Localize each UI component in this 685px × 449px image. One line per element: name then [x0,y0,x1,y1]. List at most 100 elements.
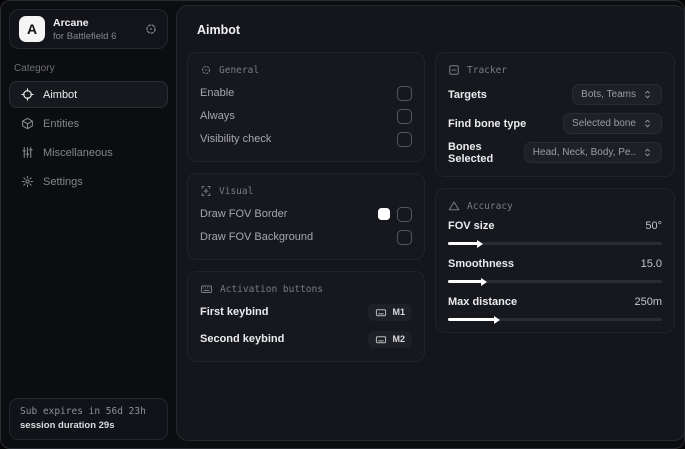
visual-card-header: Visual [200,185,412,197]
chevrons-up-down-icon [645,119,650,128]
row-label: Find bone type [448,117,527,130]
visual-row-fov-background: Draw FOV Background [200,226,412,248]
row-label: Targets [448,88,487,101]
tracker-row-find-bone-type: Find bone type Selected bone [448,111,662,136]
targets-dropdown[interactable]: Bots, Teams [572,84,662,105]
left-column: General Enable Always Visibility check V… [187,52,425,362]
smoothness-slider-group: Smoothness 15.0 [448,256,662,286]
fov-size-slider[interactable] [448,239,662,248]
fov-size-slider-group: FOV size 50° [448,218,662,248]
slider-label: FOV size [448,220,495,232]
draw-fov-border-checkbox[interactable] [397,206,412,222]
dropdown-value: Head, Neck, Body, Pe.. [532,147,636,158]
activation-row-second-keybind: Second keybind M2 [200,328,412,350]
row-label: First keybind [200,306,269,318]
tracker-card-title: Tracker [467,64,508,76]
row-label: Second keybind [200,333,285,345]
general-card-header: General [200,64,412,76]
bones-selected-dropdown[interactable]: Head, Neck, Body, Pe.. [523,142,662,163]
app-name: Arcane [53,16,89,29]
sidebar: A Arcane for Battlefield 6 Category Aimb… [1,1,176,448]
sub-expires-text: Sub expires in 56d 23h [20,406,146,417]
activation-card-title: Activation buttons [220,283,323,295]
always-checkbox[interactable] [397,108,412,124]
app-logo: A [19,16,45,42]
visual-row-fov-border: Draw FOV Border [200,203,412,225]
second-keybind-button[interactable]: M2 [368,330,412,348]
find-bone-type-dropdown[interactable]: Selected bone [563,113,662,134]
row-label: Enable [200,87,235,99]
sidebar-item-label: Entities [43,117,80,130]
tracker-card-header: Tracker [448,64,662,76]
accuracy-card-header: Accuracy [448,200,662,212]
focus-plus-icon [201,186,211,196]
sidebar-item-aimbot[interactable]: Aimbot [9,81,168,108]
dropdown-value: Selected bone [572,118,636,129]
fov-border-color-swatch[interactable] [378,208,390,220]
draw-fov-background-checkbox[interactable] [397,229,412,245]
sidebar-nav: Aimbot Entities Miscellaneous Settings [9,81,168,195]
cube-icon [20,117,34,130]
tracker-row-targets: Targets Bots, Teams [448,82,662,107]
sidebar-item-label: Miscellaneous [43,146,113,159]
general-row-enable: Enable [200,82,412,104]
keyboard-icon [376,308,387,316]
row-label: Draw FOV Background [200,231,314,243]
first-keybind-button[interactable]: M1 [368,303,412,321]
row-label: Draw FOV Border [200,208,288,220]
activation-row-first-keybind: First keybind M1 [200,301,412,323]
slider-fill [448,239,483,248]
slider-label: Max distance [448,296,518,308]
visual-card-title: Visual [219,185,254,197]
accuracy-card-title: Accuracy [467,200,513,212]
activation-card: Activation buttons First keybind M1 Seco… [187,271,425,362]
target-icon[interactable] [144,22,158,36]
crosshair-dashed-icon [202,66,210,74]
sidebar-item-miscellaneous[interactable]: Miscellaneous [9,139,168,166]
general-card: General Enable Always Visibility check [187,52,425,162]
slider-label: Smoothness [448,258,515,270]
max-distance-slider-group: Max distance 250m [448,294,662,324]
dropdown-value: Bots, Teams [581,89,636,100]
visual-card: Visual Draw FOV Border Draw FOV Backgrou… [187,173,425,260]
slider-value: 250m [634,296,662,308]
page-title: Aimbot [197,23,241,37]
profile-text: Arcane for Battlefield 6 [53,17,116,42]
category-label: Category [14,63,55,74]
content-columns: General Enable Always Visibility check V… [187,52,675,362]
gear-icon [20,175,34,188]
tracker-card: Tracker Targets Bots, Teams Find bone ty… [435,52,675,177]
right-column: Tracker Targets Bots, Teams Find bone ty… [435,52,675,333]
sidebar-item-label: Settings [43,175,83,188]
general-row-always: Always [200,105,412,127]
triangle-icon [448,201,460,211]
keyboard-icon [376,335,387,343]
chevrons-up-down-icon [645,90,650,99]
max-distance-slider[interactable] [448,315,662,324]
sidebar-item-label: Aimbot [43,88,78,101]
keybind-value: M1 [392,307,405,317]
sliders-icon [20,146,34,159]
slider-fill [448,315,501,324]
tracker-row-bones-selected: Bones Selected Head, Neck, Body, Pe.. [448,140,662,165]
activation-card-header: Activation buttons [200,283,412,295]
sidebar-item-settings[interactable]: Settings [9,168,168,195]
enable-checkbox[interactable] [397,85,412,101]
general-card-title: General [219,64,260,76]
row-label: Bones Selected [448,140,494,165]
visibility-check-checkbox[interactable] [397,131,412,147]
general-row-visibility-check: Visibility check [200,128,412,150]
profile-card: A Arcane for Battlefield 6 [9,9,168,49]
square-minus-icon [449,65,459,75]
chevrons-up-down-icon [645,148,650,157]
slider-value: 15.0 [640,258,662,270]
row-label: Always [200,110,235,122]
sidebar-item-entities[interactable]: Entities [9,110,168,137]
row-label: Visibility check [200,133,272,145]
main-panel: Aimbot General Enable Always Visibility … [176,5,684,441]
accuracy-card: Accuracy FOV size 50° Smoothness 15.0 Ma… [435,188,675,333]
subscription-card: Sub expires in 56d 23h session duration … [9,398,168,440]
session-duration-text: session duration 29s [20,420,115,431]
smoothness-slider[interactable] [448,277,662,286]
keyboard-icon [201,285,212,293]
